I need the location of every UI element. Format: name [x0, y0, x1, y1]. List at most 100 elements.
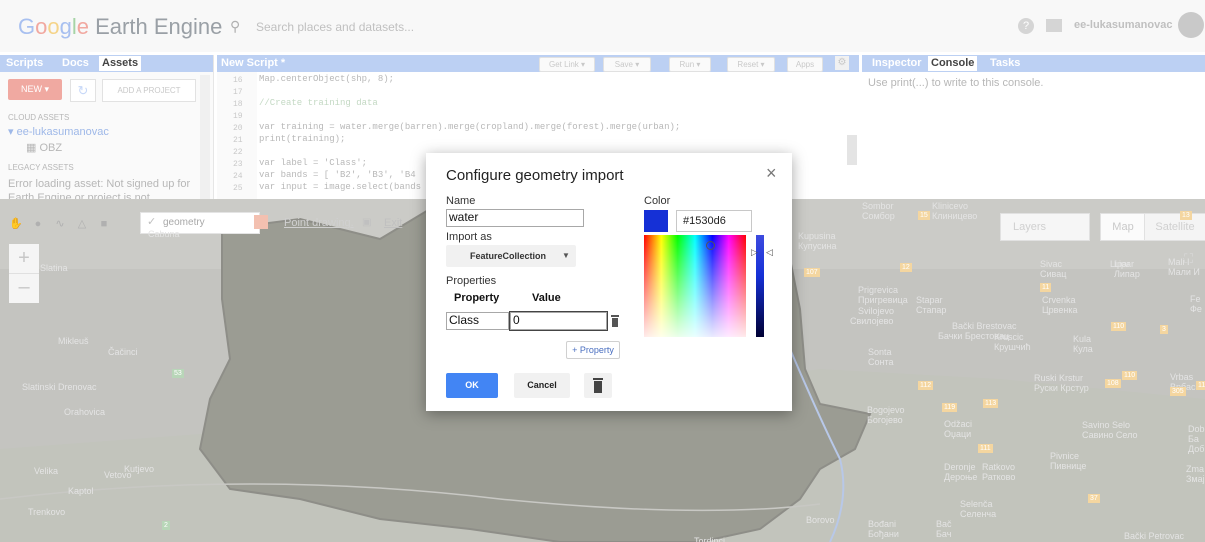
road-number-badge: 113 — [983, 399, 999, 408]
map-place-label: Богојево — [867, 415, 903, 425]
map-place-label: Пригревица — [858, 295, 908, 305]
map-place-label: Kutjevo — [124, 464, 155, 474]
map-place-label: Липар — [1114, 269, 1140, 279]
map-place-label: Dobr — [1188, 424, 1205, 434]
legacy-assets-header: LEGACY ASSETS — [8, 163, 74, 172]
configure-geometry-dialog: Configure geometry import × Name water I… — [426, 153, 792, 411]
exit-link[interactable]: Exit — [384, 217, 402, 229]
line-number: 17 — [233, 88, 243, 97]
tab-inspector[interactable]: Inspector — [872, 57, 922, 69]
point-marker-icon[interactable]: ● — [30, 216, 46, 232]
run-button[interactable]: Run ▾ — [669, 57, 711, 72]
zoom-out-button[interactable]: – — [9, 273, 39, 303]
map-type-button[interactable]: Map — [1100, 213, 1146, 241]
zoom-in-button[interactable]: + — [9, 244, 39, 273]
color-swatch[interactable] — [644, 210, 668, 232]
road-number-badge: 108 — [1105, 379, 1121, 388]
road-number-badge: 12 — [900, 263, 912, 272]
map-place-label: Deronje — [944, 462, 976, 472]
map-place-label: Borovo — [806, 515, 835, 525]
color-hex-input[interactable]: #1530d6 — [676, 210, 752, 232]
search-input[interactable]: ⚲ Search places and datasets... — [220, 14, 740, 40]
map-place-label: Stapar — [916, 295, 943, 305]
reset-button[interactable]: Reset ▾ — [727, 57, 775, 72]
road-number-badge: 2 — [162, 521, 170, 530]
earth-engine-logo[interactable]: Google Earth Engine — [18, 14, 222, 40]
dialog-title: Configure geometry import — [446, 167, 624, 184]
refresh-icon[interactable]: ↻ — [70, 79, 96, 102]
checkmark-icon: ✓ — [147, 216, 157, 228]
layer-color-swatch[interactable] — [254, 215, 268, 229]
avatar[interactable] — [1178, 12, 1204, 38]
feedback-icon[interactable] — [1046, 19, 1062, 32]
map-place-label: Мали И — [1168, 267, 1200, 277]
hand-tool-icon[interactable]: ✋ — [8, 216, 24, 232]
asset-item-obz[interactable]: ▦ OBZ — [26, 141, 62, 154]
project-tree-item[interactable]: ▾ ee-lukasumanovac — [8, 125, 109, 138]
tab-assets[interactable]: Assets — [99, 56, 142, 71]
save-button[interactable]: Save ▾ — [603, 57, 651, 72]
map-place-label: Селенча — [960, 509, 997, 519]
ok-button[interactable]: OK — [446, 373, 498, 398]
get-link-button[interactable]: Get Link ▾ — [539, 57, 595, 72]
tab-scripts[interactable]: Scripts — [6, 57, 43, 69]
help-icon[interactable]: ? — [1018, 18, 1034, 34]
property-value-input[interactable]: 0 — [509, 311, 608, 331]
color-saturation-field[interactable] — [644, 235, 746, 337]
apps-button[interactable]: Apps — [787, 57, 823, 72]
map-place-label: Velika — [34, 466, 59, 476]
delete-layer-button[interactable] — [584, 373, 612, 398]
polygon-tool-icon[interactable]: △ — [74, 216, 90, 232]
map-place-label: Čačinci — [108, 347, 138, 357]
console-panel: Inspector Console Tasks Use print(...) t… — [862, 55, 1205, 199]
road-number-badge: 116 — [1196, 381, 1205, 390]
road-number-badge: 11 — [1040, 283, 1052, 292]
add-project-button[interactable]: ADD A PROJECT — [102, 79, 196, 102]
tab-tasks[interactable]: Tasks — [990, 57, 1020, 69]
line-number: 19 — [233, 112, 243, 121]
map-place-label: Sivac — [1040, 259, 1063, 269]
tab-docs[interactable]: Docs — [62, 57, 89, 69]
cloud-assets-header: CLOUD ASSETS — [8, 113, 70, 122]
map-place-label: Стапар — [916, 305, 947, 315]
map-place-label: Сомбор — [862, 211, 895, 221]
script-title[interactable]: New Script * — [221, 57, 285, 69]
line-tool-icon[interactable]: ∿ — [52, 216, 68, 232]
username-label[interactable]: ee-lukasumanovac — [1074, 19, 1172, 31]
table-icon: ▦ — [26, 142, 37, 154]
slider-handle-left-icon[interactable]: ◁ — [766, 247, 773, 258]
assets-scrollbar[interactable] — [200, 75, 210, 199]
road-number-badge: 107 — [804, 268, 820, 277]
satellite-type-button[interactable]: Satellite — [1144, 213, 1205, 241]
logo-letter: o — [47, 14, 60, 39]
close-icon[interactable]: × — [766, 163, 777, 184]
map-place-label: Svilojevo — [858, 306, 895, 316]
gear-icon[interactable]: ⚙ — [835, 56, 849, 70]
color-picker-cursor[interactable] — [706, 241, 715, 250]
name-input[interactable]: water — [446, 209, 584, 227]
layers-control[interactable]: Layers — [1000, 213, 1090, 241]
import-as-label: Import as — [446, 231, 492, 243]
property-name-input[interactable]: Class — [446, 312, 509, 330]
code-line: var bands = [ 'B2', 'B3', 'B4 — [259, 170, 416, 180]
rectangle-tool-icon[interactable]: ■ — [96, 216, 112, 232]
import-as-select[interactable]: FeatureCollection ▼ — [446, 245, 576, 267]
editor-scrollbar[interactable] — [847, 135, 857, 165]
map-place-label: Добр — [1188, 444, 1205, 454]
add-property-button[interactable]: + Property — [566, 341, 620, 359]
tab-console[interactable]: Console — [928, 56, 978, 71]
trash-icon[interactable] — [610, 314, 620, 327]
logo-letter: o — [35, 14, 48, 39]
map-place-label: Sonta — [868, 347, 892, 357]
map-place-label: Руски Крстур — [1034, 383, 1089, 393]
lock-icon[interactable]: ▣ — [362, 217, 371, 228]
point-drawing-link[interactable]: Point drawing. — [284, 217, 354, 229]
new-button[interactable]: NEW ▾ — [8, 79, 62, 100]
layer-name: geometry — [163, 217, 205, 228]
cancel-button[interactable]: Cancel — [514, 373, 570, 398]
map-place-label: Vrbas — [1170, 372, 1194, 382]
map-place-label: Bogojevo — [867, 405, 905, 415]
slider-handle-right-icon[interactable]: ▷ — [751, 247, 758, 258]
map-place-label: Црвенка — [1042, 305, 1078, 315]
map-place-label: Свилојево — [850, 316, 894, 326]
